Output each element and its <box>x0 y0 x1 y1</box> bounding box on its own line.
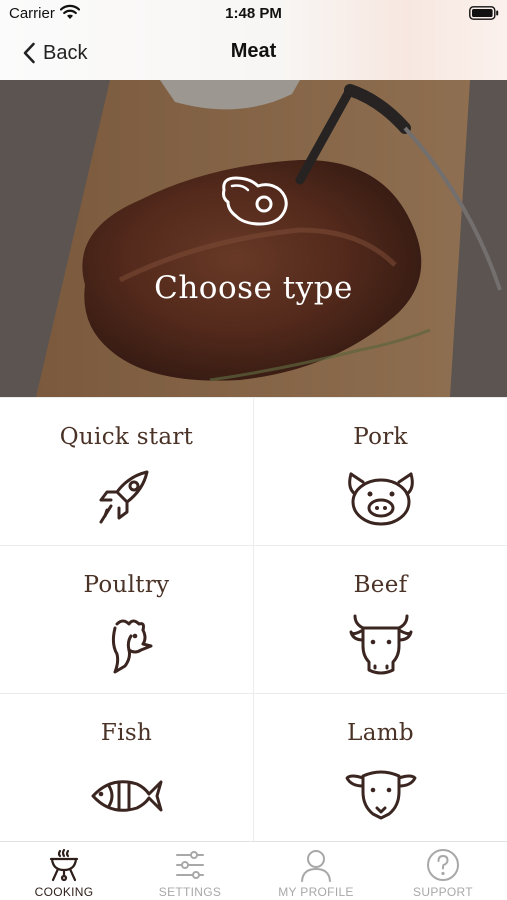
sliders-icon <box>176 851 204 879</box>
steak-icon <box>222 176 288 226</box>
question-icon <box>427 849 459 881</box>
top-bar: Carrier 1:48 PM Back Meat <box>0 0 507 80</box>
fish-icon <box>91 780 162 812</box>
app-root: Carrier 1:48 PM Back Meat Choose type Qu… <box>0 0 507 900</box>
status-bar: Carrier 1:48 PM <box>0 0 507 28</box>
rocket-icon <box>99 470 148 524</box>
tab-cooking[interactable]: COOKING <box>1 842 127 900</box>
type-pork[interactable]: Pork <box>254 398 507 545</box>
lamb-icon <box>345 770 416 820</box>
hero-banner: Choose type <box>0 80 507 397</box>
type-label: Poultry <box>83 572 170 598</box>
grill-icon <box>49 848 79 882</box>
tab-label: SETTINGS <box>158 885 222 899</box>
tab-label: MY PROFILE <box>278 885 354 899</box>
type-beef[interactable]: Beef <box>254 546 507 693</box>
type-label: Beef <box>353 572 408 598</box>
tab-label: SUPPORT <box>413 885 473 899</box>
type-lamb[interactable]: Lamb <box>254 694 507 841</box>
tab-bar: COOKING SETTINGS MY PROFILE SUPPORT <box>0 841 507 900</box>
tab-my-profile[interactable]: MY PROFILE <box>253 842 379 900</box>
pig-icon <box>347 472 414 526</box>
nav-bar: Back Meat <box>0 28 507 80</box>
type-label: Lamb <box>347 720 414 746</box>
tab-settings[interactable]: SETTINGS <box>127 842 253 900</box>
status-time: 1:48 PM <box>225 5 282 22</box>
tab-label: COOKING <box>34 885 94 899</box>
type-label: Fish <box>100 720 153 746</box>
rooster-icon <box>111 619 152 674</box>
tab-support[interactable]: SUPPORT <box>380 842 506 900</box>
type-poultry[interactable]: Poultry <box>0 546 253 693</box>
page-title: Meat <box>230 40 277 62</box>
hero-title: Choose type <box>154 270 353 306</box>
type-quick-start[interactable]: Quick start <box>0 398 253 545</box>
battery-icon <box>469 6 499 20</box>
cow-icon <box>349 614 412 675</box>
type-label: Quick start <box>59 424 194 450</box>
type-fish[interactable]: Fish <box>0 694 253 841</box>
meat-type-grid: Quick start Pork Poultry Beef Fish Lamb <box>0 397 507 841</box>
type-label: Pork <box>353 424 408 450</box>
hero-overlay <box>0 80 507 397</box>
person-icon <box>301 850 331 882</box>
